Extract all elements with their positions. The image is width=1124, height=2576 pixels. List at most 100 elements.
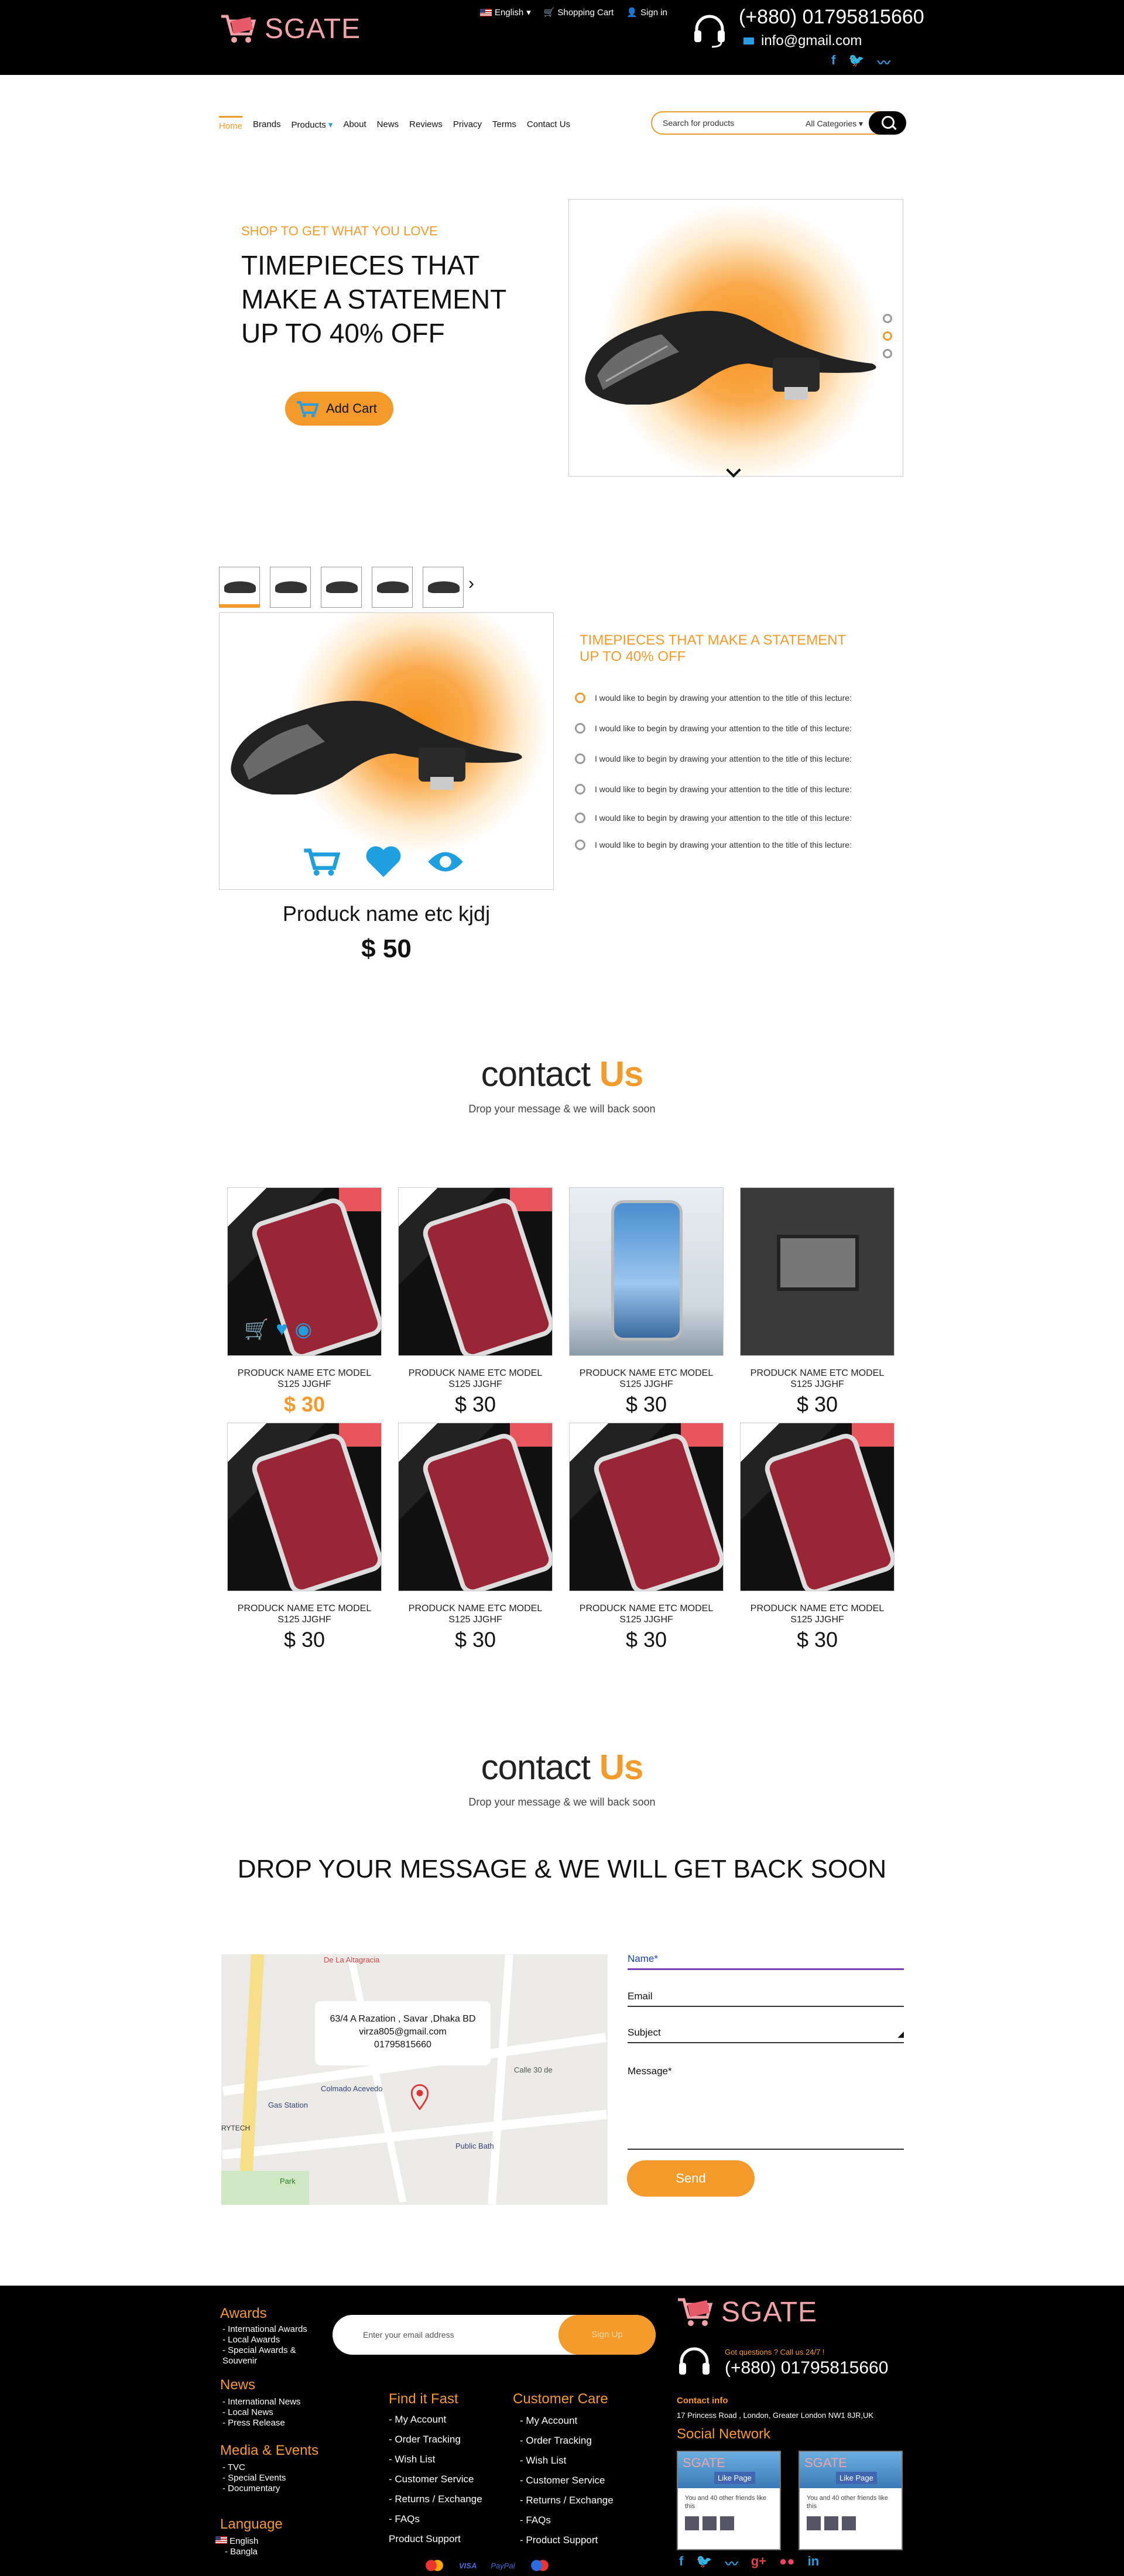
flickr-icon[interactable]: ●● [779,2554,795,2572]
footer-link[interactable]: - Documentary [222,2483,286,2494]
footer-link[interactable]: - Returns / Exchange [389,2489,482,2509]
footer-link[interactable]: - Customer Service [389,2469,482,2489]
nav-news[interactable]: News [377,116,399,131]
option-radio[interactable]: I would like to begin by drawing your at… [575,683,852,713]
twitter-icon[interactable]: 🐦 [696,2554,712,2572]
product-card-image[interactable] [227,1423,382,1591]
nav-privacy[interactable]: Privacy [453,116,482,131]
product-card-image[interactable]: 🛒 ♥ ◉ [227,1187,382,1356]
name-field[interactable]: Name* [628,1953,904,1970]
signup-button[interactable]: Sign Up [558,2315,656,2355]
language-english[interactable]: English [215,2536,258,2547]
heart-icon[interactable]: ♥ [276,1318,287,1341]
footer-link[interactable]: - International Awards [222,2324,307,2335]
search-input[interactable]: Search for products [663,118,734,128]
shopping-cart-link[interactable]: 🛒 Shopping Cart [544,7,614,18]
option-radio[interactable]: I would like to begin by drawing your at… [575,713,852,744]
product-card[interactable]: PRODUCK NAME ETC MODEL S125 JJGHF $ 30 [740,1423,895,1652]
footer-link[interactable]: - Local Awards [222,2335,307,2345]
slider-dot[interactable] [883,314,892,323]
google-plus-icon[interactable]: g+ [751,2554,766,2572]
facebook-widget[interactable]: SGATE Like Page You and 40 other friends… [799,2451,903,2550]
footer-link[interactable]: - Wish List [520,2451,614,2471]
nav-brands[interactable]: Brands [253,116,281,131]
heart-icon[interactable] [364,845,403,881]
language-bangla[interactable]: - Bangla [215,2547,258,2557]
footer-link[interactable]: - Press Release [222,2418,300,2428]
product-card[interactable]: PRODUCK NAME ETC MODEL S125 JJGHF $ 30 [398,1423,553,1652]
product-card-image[interactable] [398,1423,553,1591]
email-field[interactable]: Email [628,1991,904,2007]
hero-slider[interactable] [568,199,903,477]
product-card[interactable]: PRODUCK NAME ETC MODEL S125 JJGHF $ 30 [569,1423,724,1652]
thumbnail[interactable] [219,567,260,608]
twitter-icon[interactable]: 🐦 [848,53,864,71]
footer-link[interactable]: - Special Events [222,2473,286,2483]
product-card-image[interactable] [740,1423,895,1591]
product-card-image[interactable] [398,1187,553,1356]
footer-link[interactable]: - Returns / Exchange [520,2491,614,2510]
footer-link[interactable]: - My Account [520,2411,614,2431]
product-card[interactable]: PRODUCK NAME ETC MODEL S125 JJGHF $ 30 [227,1423,382,1652]
footer-link[interactable]: Product Support [389,2529,482,2549]
linkedin-icon[interactable]: in [808,2554,820,2572]
option-radio[interactable]: I would like to begin by drawing your at… [575,744,852,774]
category-select[interactable]: All Categories ▾ [806,119,863,129]
footer-link[interactable]: - Special Awards & [222,2345,307,2356]
fb-like-button[interactable]: Like Page [836,2472,877,2484]
product-card-image[interactable] [569,1423,724,1591]
map[interactable]: De La Altagracia Gas Station RYTECH Publ… [221,1954,608,2205]
fb-like-button[interactable]: Like Page [714,2472,755,2484]
facebook-icon[interactable]: f [679,2554,683,2572]
slider-dot[interactable] [883,349,892,358]
facebook-widget[interactable]: SGATE Like Page You and 40 other friends… [677,2451,781,2550]
footer-link[interactable]: - Local News [222,2407,300,2418]
nav-terms[interactable]: Terms [492,116,516,131]
facebook-icon[interactable]: f [831,53,835,71]
product-card[interactable]: PRODUCK NAME ETC MODEL S125 JJGHF $ 30 [398,1187,553,1417]
language-select[interactable]: English ▾ [480,7,531,18]
rss-icon[interactable]: 〰 [878,53,890,71]
product-card-image[interactable] [740,1187,895,1356]
footer-link[interactable]: - My Account [389,2410,482,2430]
nav-contact[interactable]: Contact Us [527,116,570,131]
thumbnail[interactable] [270,567,311,608]
nav-home[interactable]: Home [219,116,243,131]
header-email[interactable]: info@gmail.com [743,33,862,49]
eye-icon[interactable] [426,845,465,881]
option-radio[interactable]: I would like to begin by drawing your at… [575,774,852,804]
footer-link[interactable]: - Customer Service [520,2471,614,2491]
thumbnail[interactable] [423,567,464,608]
logo[interactable]: SGATE [219,12,361,46]
footer-link[interactable]: - TVC [222,2462,286,2473]
nav-reviews[interactable]: Reviews [409,116,443,131]
footer-link[interactable]: - International News [222,2397,300,2407]
rss-icon[interactable]: 〰 [725,2554,738,2572]
footer-link[interactable]: - Product Support [520,2530,614,2550]
footer-link[interactable]: - FAQs [389,2509,482,2529]
footer-link[interactable]: Souvenir [222,2356,307,2366]
product-card[interactable]: 🛒 ♥ ◉ PRODUCK NAME ETC MODEL S125 JJGHF $ 30 [227,1187,382,1417]
footer-link[interactable]: - FAQs [520,2510,614,2530]
footer-link[interactable]: - Order Tracking [389,2430,482,2450]
subject-select[interactable]: Subject ◢ [628,2027,904,2043]
nav-about[interactable]: About [343,116,366,131]
send-button[interactable]: Send [627,2160,755,2197]
slider-dot-active[interactable] [883,331,892,341]
product-card-image[interactable] [569,1187,724,1356]
footer-link[interactable]: - Order Tracking [520,2431,614,2451]
product-card[interactable]: PRODUCK NAME ETC MODEL S125 JJGHF $ 30 [569,1187,724,1417]
footer-link[interactable]: - Wish List [389,2450,482,2469]
nav-products[interactable]: Products ▾ [292,116,333,131]
thumbnail[interactable] [372,567,413,608]
newsletter-input[interactable]: Enter your email address [363,2330,454,2339]
footer-logo[interactable]: SGATE [676,2295,817,2329]
option-radio[interactable]: I would like to begin by drawing your at… [575,804,852,831]
thumbnail[interactable] [321,567,362,608]
cart-icon[interactable] [302,845,341,881]
sign-in-link[interactable]: 👤 Sign in [626,7,667,18]
cart-icon[interactable]: 🛒 [244,1318,269,1341]
add-cart-button[interactable]: Add Cart [285,392,393,426]
map-pin-icon[interactable] [410,2084,430,2113]
product-card[interactable]: PRODUCK NAME ETC MODEL S125 JJGHF $ 30 [740,1187,895,1417]
